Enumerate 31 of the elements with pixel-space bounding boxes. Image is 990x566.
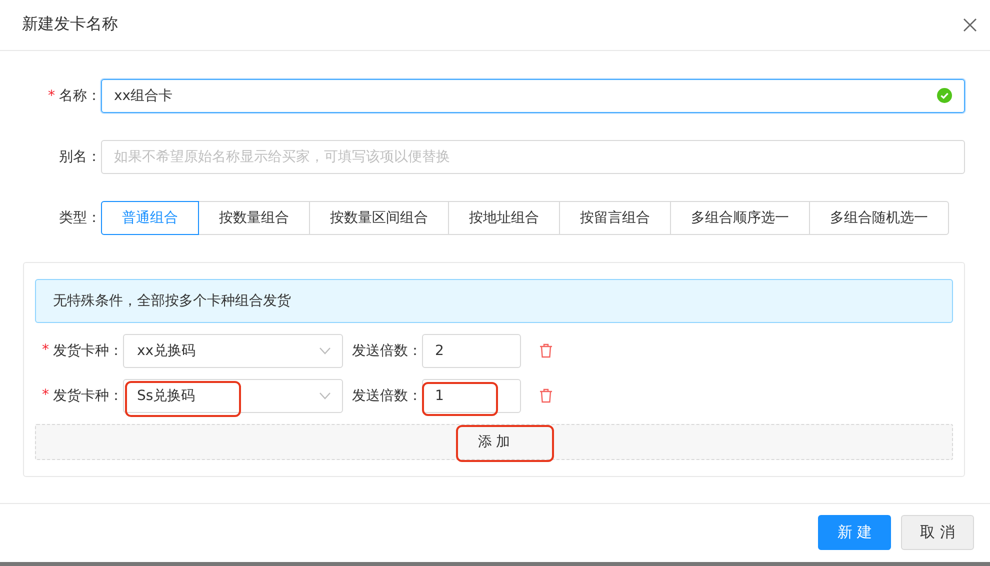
type-option[interactable]: 按地址组合 xyxy=(448,200,560,235)
multiplier-input[interactable]: 1 xyxy=(422,378,521,413)
add-button[interactable]: 添 加 xyxy=(472,432,516,452)
close-icon[interactable] xyxy=(962,16,978,33)
field-label: 别名： xyxy=(59,148,101,166)
field-label: 发送倍数： xyxy=(352,386,422,405)
card-select[interactable]: Ss兑换码 xyxy=(123,378,343,413)
card-select[interactable]: xx兑换码 xyxy=(123,334,343,368)
trash-icon[interactable] xyxy=(539,388,553,404)
caret-icon xyxy=(319,392,331,400)
field-label: 名称： xyxy=(59,86,101,105)
field-label: 发货卡种： xyxy=(53,386,123,405)
name-input[interactable]: xx组合卡 xyxy=(101,78,965,113)
dialog-title: 新建发卡名称 xyxy=(22,14,118,36)
info-message: 无特殊条件，全部按多个卡种组合发货 xyxy=(53,292,291,310)
type-option[interactable]: 按数量区间组合 xyxy=(309,200,449,235)
type-option[interactable]: 多组合顺序选一 xyxy=(670,200,810,235)
trash-icon[interactable] xyxy=(539,343,553,358)
check-icon xyxy=(937,88,952,104)
field-label: 发货卡种： xyxy=(53,342,123,360)
cancel-button[interactable]: 取 消 xyxy=(901,515,974,550)
type-option[interactable]: 按留言组合 xyxy=(559,200,671,235)
type-option[interactable]: 多组合随机选一 xyxy=(809,200,949,235)
multiplier-input[interactable]: 2 xyxy=(422,334,521,368)
field-label: 发送倍数： xyxy=(352,342,422,360)
caret-icon xyxy=(319,346,331,355)
required-mark: * xyxy=(42,342,49,360)
required-mark: * xyxy=(48,88,55,104)
field-label: 类型： xyxy=(59,208,101,227)
type-option[interactable]: 按数量组合 xyxy=(198,200,310,235)
required-mark: * xyxy=(42,386,49,405)
